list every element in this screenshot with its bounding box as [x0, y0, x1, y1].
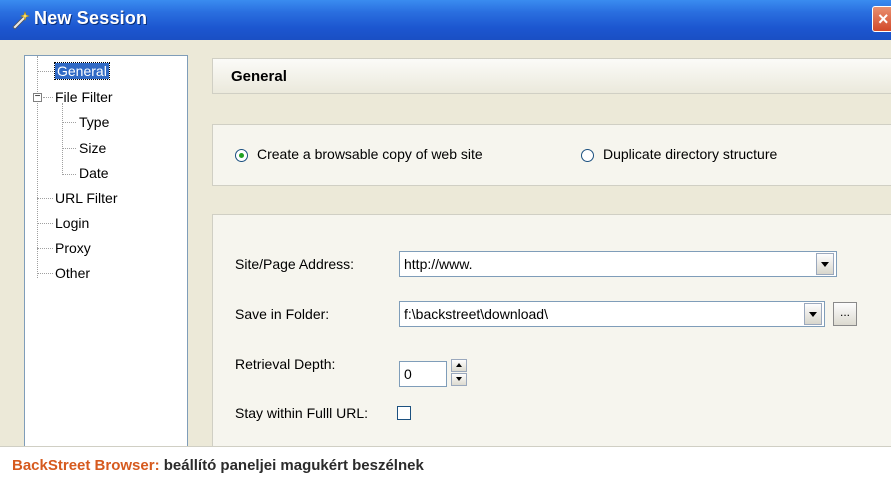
- site-address-combobox[interactable]: http://www.: [399, 251, 837, 277]
- tree-item-url-filter[interactable]: URL Filter: [55, 188, 118, 208]
- tree-item-label: File Filter: [55, 89, 113, 105]
- tree-item-label: General: [54, 62, 110, 80]
- tree-branch: [62, 122, 76, 123]
- tree-item-type[interactable]: Type: [79, 112, 109, 132]
- window-title: New Session: [34, 8, 148, 28]
- tree-branch: [43, 97, 53, 98]
- tree-item-label: Date: [79, 165, 109, 181]
- tree-item-label: URL Filter: [55, 190, 118, 206]
- browse-folder-button[interactable]: ...: [833, 302, 857, 326]
- duplicate-structure-label[interactable]: Duplicate directory structure: [603, 146, 777, 162]
- tree-item-size[interactable]: Size: [79, 138, 106, 158]
- tree-branch: [37, 71, 53, 72]
- caption: BackStreet Browser: beállító paneljei ma…: [12, 457, 424, 474]
- section-header: General: [212, 58, 891, 94]
- tree-line: [62, 103, 63, 175]
- site-address-label: Site/Page Address:: [235, 256, 355, 272]
- spin-up-icon[interactable]: [451, 359, 467, 372]
- stay-within-url-checkbox[interactable]: [397, 406, 411, 420]
- tree-item-general[interactable]: General: [54, 61, 110, 81]
- tree-branch: [37, 273, 53, 274]
- spin-down-icon[interactable]: [451, 373, 467, 386]
- browsable-copy-label[interactable]: Create a browsable copy of web site: [257, 146, 483, 162]
- tree-branch: [62, 148, 76, 149]
- site-address-dropdown-icon[interactable]: [816, 253, 834, 275]
- tree-branch: [62, 174, 76, 175]
- tree-item-label: Size: [79, 140, 107, 156]
- tree-item-label: Login: [55, 215, 90, 231]
- tree-line: [37, 56, 38, 278]
- retrieval-depth-input[interactable]: 0: [399, 361, 447, 387]
- tree-item-label: Type: [79, 114, 110, 130]
- tree-item-date[interactable]: Date: [79, 163, 109, 183]
- tree-item-file-filter[interactable]: File Filter: [55, 87, 113, 107]
- caption-bar: BackStreet Browser: beállító paneljei ma…: [0, 446, 891, 484]
- tree-item-other[interactable]: Other: [55, 263, 90, 283]
- save-folder-label: Save in Folder:: [235, 306, 330, 322]
- minus-icon: −: [34, 91, 41, 102]
- retrieval-depth-label: Retrieval Depth:: [235, 356, 336, 372]
- general-settings-panel: Site/Page Address: http://www. Save in F…: [212, 214, 891, 446]
- section-title: General: [231, 68, 287, 85]
- caption-brand: BackStreet Browser:: [12, 457, 160, 474]
- tree-branch: [37, 223, 53, 224]
- save-folder-combobox[interactable]: f:\backstreet\download\: [399, 301, 825, 327]
- save-folder-value: f:\backstreet\download\: [404, 306, 548, 322]
- tree-branch: [37, 198, 53, 199]
- collapse-icon[interactable]: −: [33, 91, 42, 102]
- browsable-copy-radio[interactable]: [235, 149, 248, 162]
- settings-tree: General − File Filter Type Size Date URL…: [24, 55, 188, 455]
- caption-text: beállító paneljei magukért beszélnek: [159, 457, 424, 474]
- site-address-value: http://www.: [404, 256, 473, 272]
- stay-within-url-label: Stay within Fulll URL:: [235, 405, 369, 421]
- save-folder-dropdown-icon[interactable]: [804, 303, 822, 325]
- retrieval-depth-value: 0: [404, 366, 412, 382]
- title-bar: New Session ×: [0, 0, 891, 40]
- duplicate-structure-radio[interactable]: [581, 149, 594, 162]
- close-icon: ×: [878, 9, 889, 29]
- close-button[interactable]: ×: [872, 6, 891, 32]
- tree-item-proxy[interactable]: Proxy: [55, 238, 91, 258]
- copy-mode-panel: Create a browsable copy of web site Dupl…: [212, 124, 891, 186]
- tree-branch: [37, 248, 53, 249]
- tree-item-login[interactable]: Login: [55, 213, 89, 233]
- session-wand-icon: [12, 11, 30, 30]
- tree-item-label: Proxy: [55, 240, 91, 256]
- tree-item-label: Other: [55, 265, 91, 281]
